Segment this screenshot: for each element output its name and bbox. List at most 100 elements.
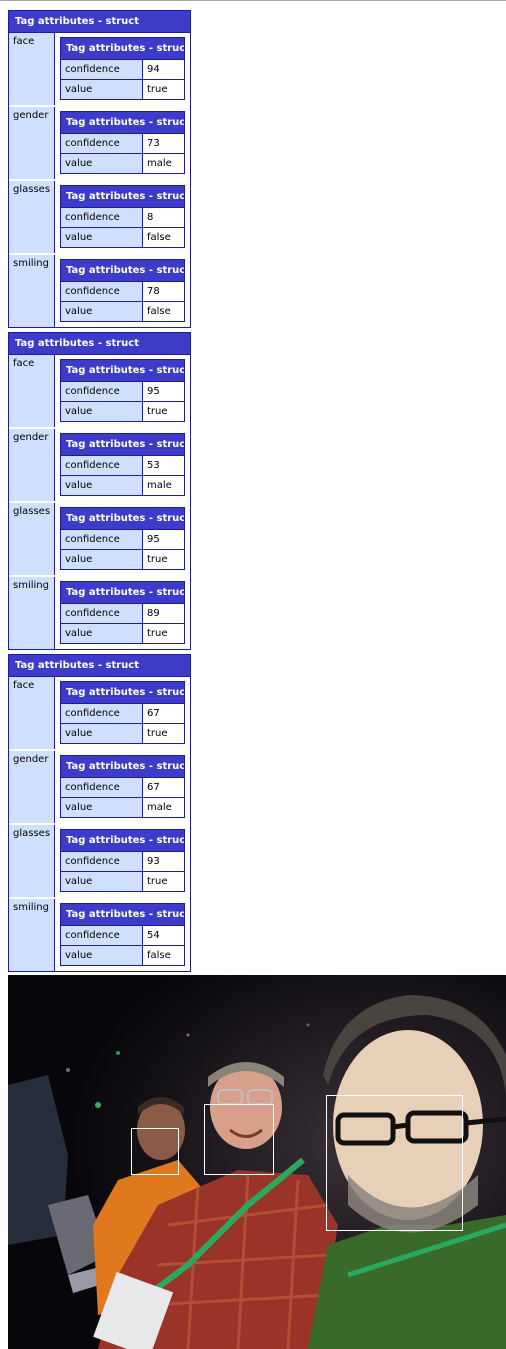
confidence-value: 94 [147, 64, 160, 75]
attr-key: face [9, 33, 55, 105]
attr-value-cell: Tag attributes - struct confidence 53 va… [55, 429, 190, 501]
confidence-value: 93 [147, 856, 160, 867]
inner-struct: Tag attributes - struct confidence 53 va… [60, 433, 185, 496]
value-row: value true [61, 80, 184, 99]
attr-row-smiling: smiling Tag attributes - struct confiden… [9, 577, 190, 649]
confidence-label: confidence [61, 208, 143, 227]
attr-key: gender [9, 107, 55, 179]
attr-row-smiling: smiling Tag attributes - struct confiden… [9, 255, 190, 327]
inner-struct-header: Tag attributes - struct [61, 756, 184, 778]
value-row: value true [61, 550, 184, 569]
inner-struct-header: Tag attributes - struct [61, 904, 184, 926]
confidence-label: confidence [61, 778, 143, 797]
attr-value-cell: Tag attributes - struct confidence 95 va… [55, 503, 190, 575]
attr-value-cell: Tag attributes - struct confidence 67 va… [55, 677, 190, 749]
attr-row-face: face Tag attributes - struct confidence … [9, 355, 190, 429]
attr-row-glasses: glasses Tag attributes - struct confiden… [9, 825, 190, 899]
value-row: value false [61, 228, 184, 247]
attr-key: gender [9, 751, 55, 823]
attr-row-glasses: glasses Tag attributes - struct confiden… [9, 503, 190, 577]
face-box-2 [204, 1104, 274, 1175]
value-value: true [147, 84, 168, 95]
attr-row-face: face Tag attributes - struct confidence … [9, 33, 190, 107]
attr-value-cell: Tag attributes - struct confidence 67 va… [55, 751, 190, 823]
attr-value-cell: Tag attributes - struct confidence 93 va… [55, 825, 190, 897]
value-row: value true [61, 872, 184, 891]
confidence-label: confidence [61, 852, 143, 871]
attr-key: glasses [9, 181, 55, 253]
value-label: value [61, 476, 143, 495]
value-row: value male [61, 476, 184, 495]
inner-struct-header: Tag attributes - struct [61, 830, 184, 852]
confidence-value: 95 [147, 534, 160, 545]
confidence-row: confidence 89 [61, 604, 184, 624]
confidence-label: confidence [61, 926, 143, 945]
attr-key: smiling [9, 899, 55, 971]
confidence-row: confidence 94 [61, 60, 184, 80]
confidence-label: confidence [61, 134, 143, 153]
confidence-row: confidence 8 [61, 208, 184, 228]
value-value: false [147, 306, 171, 317]
struct-header: Tag attributes - struct [9, 11, 190, 33]
inner-struct: Tag attributes - struct confidence 54 va… [60, 903, 185, 966]
struct-header: Tag attributes - struct [9, 655, 190, 677]
value-value: true [147, 406, 168, 417]
confidence-label: confidence [61, 282, 143, 301]
value-value: male [147, 802, 172, 813]
attr-value-cell: Tag attributes - struct confidence 73 va… [55, 107, 190, 179]
attr-key: glasses [9, 825, 55, 897]
confidence-row: confidence 73 [61, 134, 184, 154]
attr-key: face [9, 677, 55, 749]
confidence-label: confidence [61, 604, 143, 623]
value-value: false [147, 950, 171, 961]
confidence-label: confidence [61, 456, 143, 475]
confidence-value: 67 [147, 782, 160, 793]
attr-row-smiling: smiling Tag attributes - struct confiden… [9, 899, 190, 971]
value-label: value [61, 154, 143, 173]
inner-struct: Tag attributes - struct confidence 93 va… [60, 829, 185, 892]
inner-struct-header: Tag attributes - struct [61, 260, 184, 282]
value-label: value [61, 798, 143, 817]
value-value: true [147, 628, 168, 639]
attr-value-cell: Tag attributes - struct confidence 89 va… [55, 577, 190, 649]
inner-struct: Tag attributes - struct confidence 89 va… [60, 581, 185, 644]
inner-struct-header: Tag attributes - struct [61, 582, 184, 604]
value-label: value [61, 302, 143, 321]
confidence-value: 67 [147, 708, 160, 719]
attr-row-gender: gender Tag attributes - struct confidenc… [9, 429, 190, 503]
tag-struct-3: Tag attributes - struct face Tag attribu… [8, 654, 191, 972]
confidence-value: 78 [147, 286, 160, 297]
attr-value-cell: Tag attributes - struct confidence 78 va… [55, 255, 190, 327]
confidence-value: 8 [147, 212, 154, 223]
value-row: value true [61, 402, 184, 421]
confidence-row: confidence 95 [61, 530, 184, 550]
inner-struct: Tag attributes - struct confidence 78 va… [60, 259, 185, 322]
confidence-label: confidence [61, 704, 143, 723]
attr-value-cell: Tag attributes - struct confidence 8 val… [55, 181, 190, 253]
value-value: true [147, 876, 168, 887]
attr-key: face [9, 355, 55, 427]
inner-struct-header: Tag attributes - struct [61, 434, 184, 456]
inner-struct: Tag attributes - struct confidence 8 val… [60, 185, 185, 248]
inner-struct-header: Tag attributes - struct [61, 360, 184, 382]
value-label: value [61, 550, 143, 569]
inner-struct: Tag attributes - struct confidence 95 va… [60, 507, 185, 570]
confidence-value: 95 [147, 386, 160, 397]
inner-struct: Tag attributes - struct confidence 94 va… [60, 37, 185, 100]
face-box-1 [131, 1128, 179, 1175]
value-value: true [147, 554, 168, 565]
value-label: value [61, 402, 143, 421]
value-row: value false [61, 946, 184, 965]
confidence-label: confidence [61, 530, 143, 549]
value-label: value [61, 80, 143, 99]
attr-key: glasses [9, 503, 55, 575]
attr-value-cell: Tag attributes - struct confidence 95 va… [55, 355, 190, 427]
attr-key: smiling [9, 577, 55, 649]
value-row: value true [61, 724, 184, 743]
inner-struct: Tag attributes - struct confidence 67 va… [60, 755, 185, 818]
attr-row-face: face Tag attributes - struct confidence … [9, 677, 190, 751]
attr-row-glasses: glasses Tag attributes - struct confiden… [9, 181, 190, 255]
inner-struct-header: Tag attributes - struct [61, 508, 184, 530]
inner-struct-header: Tag attributes - struct [61, 112, 184, 134]
value-label: value [61, 228, 143, 247]
